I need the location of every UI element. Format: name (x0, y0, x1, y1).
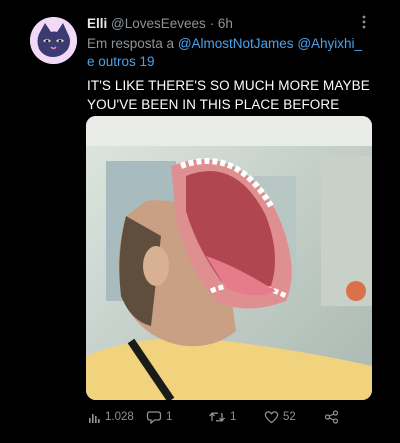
user-handle[interactable]: @LovesEevees (111, 16, 206, 31)
display-name[interactable]: Elli (87, 16, 107, 31)
tweet-actions: 1.028 1 1 52 (88, 406, 378, 428)
share-button[interactable] (324, 406, 343, 428)
reply-context: Em resposta a @AlmostNotJames @Ahyixhi_ … (87, 35, 377, 71)
reply-others-link[interactable]: e outros 19 (87, 54, 155, 69)
tweet-text: IT'S LIKE THERE'S SO MUCH MORE MAYBE YOU… (87, 78, 370, 112)
tweet-time[interactable]: 6h (218, 16, 233, 31)
reply-icon (146, 411, 162, 424)
heart-icon (264, 411, 279, 424)
views-button[interactable]: 1.028 (88, 406, 134, 428)
likes-count: 52 (283, 411, 296, 423)
meme-photo (86, 116, 372, 400)
reply-prefix: Em resposta a (87, 36, 175, 51)
reply-mention-link[interactable]: @AlmostNotJames (178, 36, 294, 51)
analytics-icon (89, 413, 100, 423)
tweet-media[interactable] (86, 116, 372, 400)
header-separator: · (209, 16, 215, 31)
more-vertical-icon (362, 15, 366, 29)
retweet-button[interactable]: 1 (208, 406, 236, 428)
replies-count: 1 (166, 411, 173, 423)
tweet-header: Elli @LovesEevees · 6h (87, 15, 233, 32)
views-count: 1.028 (105, 411, 134, 423)
more-options-button[interactable] (358, 14, 370, 30)
avatar[interactable] (30, 17, 77, 64)
retweet-icon (209, 412, 225, 422)
reply-mention-link[interactable]: @Ahyixhi_ (297, 36, 362, 51)
like-button[interactable]: 52 (264, 406, 296, 428)
retweets-count: 1 (230, 411, 237, 423)
share-icon (324, 410, 339, 424)
reply-button[interactable]: 1 (146, 406, 172, 428)
cat-avatar-icon (30, 17, 77, 64)
